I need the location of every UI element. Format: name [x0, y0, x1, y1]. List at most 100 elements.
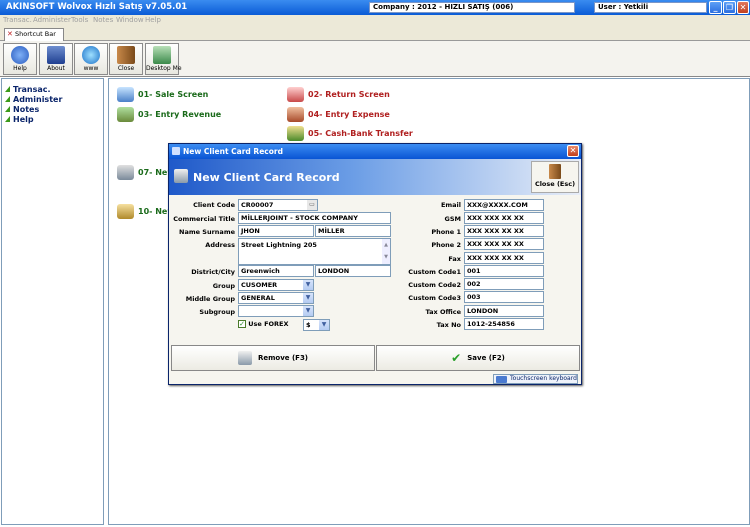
label-client-code: Client Code: [193, 201, 235, 209]
fax-field[interactable]: XXX XXX XX XX: [464, 252, 544, 264]
label-name-surname: Name Surname: [179, 228, 235, 236]
checkmark-icon: ✓: [238, 320, 246, 328]
door-exit-icon: [117, 46, 135, 64]
label-fax: Fax: [448, 255, 461, 263]
tab-strip: ✕ Shortcut Bar: [0, 26, 750, 41]
label-subgroup: Subgroup: [199, 308, 235, 316]
chevron-down-icon[interactable]: ▼: [303, 293, 313, 303]
commercial-title-field[interactable]: MİLLERJOINT - STOCK COMPANY: [238, 212, 391, 224]
label-tax-no: Tax No: [436, 321, 461, 329]
akinsoft-logo-icon: [47, 46, 65, 64]
city-field[interactable]: LONDON: [315, 265, 391, 277]
save-button[interactable]: ✔ Save (F2): [376, 345, 580, 371]
touchscreen-keyboard-button[interactable]: Touchscreen keyboard: [493, 374, 578, 384]
custom-code3-field[interactable]: 003: [464, 291, 544, 303]
email-field[interactable]: XXX@XXXX.COM: [464, 199, 544, 211]
dialog-app-icon: [172, 147, 180, 155]
remove-user-icon: [237, 351, 252, 365]
revenue-icon: [117, 107, 134, 122]
menu-transac[interactable]: Transac.: [3, 15, 32, 26]
sidebar-item-administer[interactable]: Administer: [5, 95, 62, 104]
chevron-down-icon[interactable]: ▼: [303, 306, 313, 316]
client-card-icon: [174, 169, 188, 183]
label-phone2: Phone 2: [431, 241, 461, 249]
label-gsm: GSM: [444, 215, 462, 223]
sidebar-item-transac[interactable]: Transac.: [5, 85, 51, 94]
close-esc-button[interactable]: Close (Esc): [531, 161, 579, 193]
label-commercial-title: Commercial Title: [173, 215, 235, 223]
shortcut-toolbar: Help About www Close Desktop Me: [0, 41, 750, 77]
sidebar-tree: Transac. Administer Notes Help: [1, 78, 104, 525]
close-app-button[interactable]: Close: [109, 43, 143, 75]
label-phone1: Phone 1: [431, 228, 461, 236]
use-forex-checkbox[interactable]: ✓ Use FOREX: [238, 320, 289, 328]
tab-label: Shortcut Bar: [15, 30, 56, 38]
tree-arrow-icon: [5, 86, 10, 92]
new-client-card-dialog: New Client Card Record ✕ New Client Card…: [168, 143, 582, 385]
menu-bar: Transac. Administer Tools Notes Window H…: [0, 15, 750, 26]
desktop-menu-button[interactable]: Desktop Me: [145, 43, 182, 75]
menu-tools[interactable]: Tools: [71, 15, 88, 26]
user-indicator: User : Yetkili: [594, 2, 707, 13]
tax-no-field[interactable]: 1012-254856: [464, 318, 544, 330]
district-field[interactable]: Greenwich: [238, 265, 314, 277]
name-field[interactable]: JHON: [238, 225, 314, 237]
chevron-down-icon[interactable]: ▼: [319, 320, 329, 330]
group-select[interactable]: CUSOMER ▼: [238, 279, 314, 291]
label-custom-code2: Custom Code2: [408, 281, 461, 289]
surname-field[interactable]: MİLLER: [315, 225, 391, 237]
www-button[interactable]: www: [74, 43, 108, 75]
checkmark-icon: ✔: [451, 351, 462, 365]
phone1-field[interactable]: XXX XXX XX XX: [464, 225, 544, 237]
address-field[interactable]: Street Lightning 205 ▲ ▼: [238, 238, 391, 265]
lookup-icon[interactable]: ▭: [307, 200, 317, 210]
help-button[interactable]: Help: [3, 43, 37, 75]
label-group: Group: [212, 282, 235, 290]
desktop-icon: [153, 46, 171, 64]
tax-office-field[interactable]: LONDON: [464, 305, 544, 317]
menu-administer[interactable]: Administer: [33, 15, 71, 26]
tree-arrow-icon: [5, 106, 10, 112]
sidebar-item-help[interactable]: Help: [5, 115, 34, 124]
menu-notes[interactable]: Notes: [93, 15, 113, 26]
globe-icon: [82, 46, 100, 64]
chevron-down-icon[interactable]: ▼: [303, 280, 313, 290]
app-titlebar: AKINSOFT Wolvox Hızlı Satış v7.05.01 Com…: [0, 0, 750, 15]
currency-select[interactable]: $ ▼: [303, 319, 330, 331]
subgroup-select[interactable]: ▼: [238, 305, 314, 317]
company-indicator: Company : 2012 - HIZLI SATIŞ (006): [369, 2, 575, 13]
dialog-close-icon[interactable]: ✕: [567, 145, 579, 157]
custom-code2-field[interactable]: 002: [464, 278, 544, 290]
middle-group-select[interactable]: GENERAL ▼: [238, 292, 314, 304]
label-tax-office: Tax Office: [425, 308, 461, 316]
label-district-city: District/City: [191, 268, 235, 276]
address-scrollbar[interactable]: ▲ ▼: [382, 239, 390, 264]
keyboard-icon: [496, 376, 507, 383]
transfer-icon: [287, 126, 304, 141]
menu-window[interactable]: Window: [116, 15, 144, 26]
label-custom-code3: Custom Code3: [408, 294, 461, 302]
about-button[interactable]: About: [39, 43, 73, 75]
dialog-titlebar: New Client Card Record ✕: [169, 144, 581, 159]
label-middle-group: Middle Group: [185, 295, 235, 303]
sidebar-item-notes[interactable]: Notes: [5, 105, 39, 114]
phone2-field[interactable]: XXX XXX XX XX: [464, 238, 544, 250]
dialog-heading: New Client Card Record: [193, 171, 340, 184]
remove-button[interactable]: Remove (F3): [171, 345, 375, 371]
label-email: Email: [440, 201, 461, 209]
dialog-header-band: New Client Card Record Close (Esc): [169, 159, 581, 195]
close-window-button[interactable]: ✕: [737, 1, 749, 14]
custom-code1-field[interactable]: 001: [464, 265, 544, 277]
users-icon: [117, 165, 134, 180]
close-tab-icon[interactable]: ✕: [7, 29, 13, 40]
tree-arrow-icon: [5, 96, 10, 102]
menu-help[interactable]: Help: [145, 15, 161, 26]
return-register-icon: [287, 87, 304, 102]
restore-button[interactable]: ❐: [723, 1, 736, 14]
tab-shortcut-bar[interactable]: ✕ Shortcut Bar: [4, 28, 64, 41]
gsm-field[interactable]: XXX XXX XX XX: [464, 212, 544, 224]
minimize-button[interactable]: _: [709, 1, 722, 14]
client-code-field[interactable]: CR00007 ▭: [238, 199, 318, 211]
dialog-title: New Client Card Record: [183, 147, 283, 156]
label-custom-code1: Custom Code1: [408, 268, 461, 276]
